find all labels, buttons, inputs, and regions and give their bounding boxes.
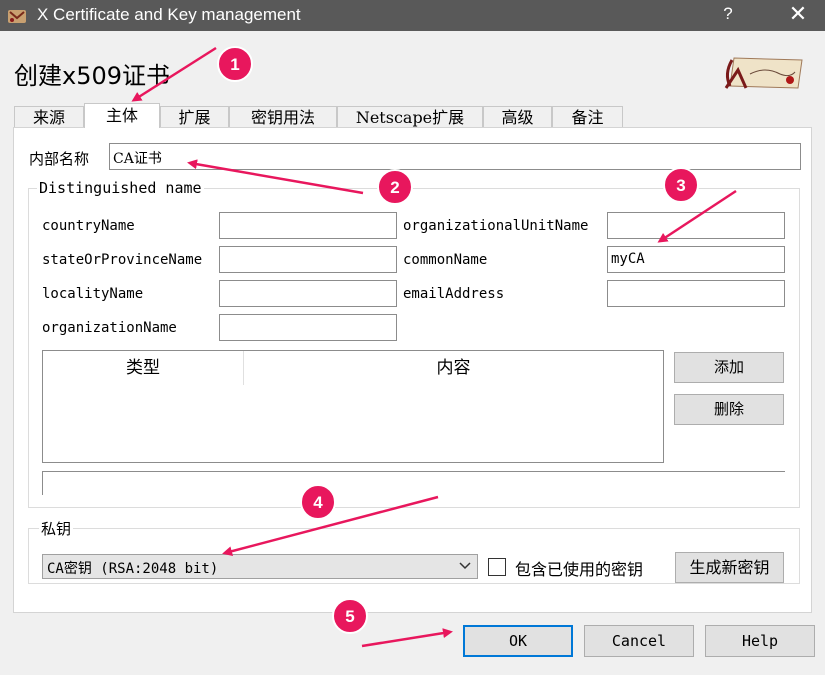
ok-button[interactable]: OK (463, 625, 573, 657)
close-icon[interactable]: ✕ (778, 1, 818, 29)
internal-name-input[interactable]: CA证书 (109, 143, 801, 170)
country-name-input[interactable] (219, 212, 397, 239)
add-button[interactable]: 添加 (674, 352, 784, 383)
subject-tab-panel: 内部名称 CA证书 Distinguished name countryName… (13, 127, 812, 613)
cancel-button[interactable]: Cancel (584, 625, 694, 657)
window-title: X Certificate and Key management (37, 5, 301, 24)
column-header-content[interactable]: 内容 (244, 351, 663, 385)
distinguished-name-title: Distinguished name (37, 179, 204, 197)
tab-netscape[interactable]: Netscape扩展 (337, 106, 483, 127)
internal-name-label: 内部名称 (29, 150, 90, 168)
chevron-down-icon (459, 562, 471, 570)
private-key-select-value: CA密钥 (RSA:2048 bit) (47, 561, 219, 577)
common-name-input[interactable]: myCA (607, 246, 785, 273)
help-button[interactable]: Help (705, 625, 815, 657)
column-header-type[interactable]: 类型 (43, 351, 244, 385)
email-input[interactable] (607, 280, 785, 307)
include-used-keys-label: 包含已使用的密钥 (515, 560, 644, 579)
state-label: stateOrProvinceName (42, 252, 203, 268)
dn-entries-table[interactable]: 类型 内容 (42, 350, 664, 463)
org-unit-input[interactable] (607, 212, 785, 239)
state-input[interactable] (219, 246, 397, 273)
tab-advanced[interactable]: 高级 (483, 106, 552, 127)
country-name-label: countryName (42, 218, 135, 234)
tab-subject[interactable]: 主体 (84, 103, 160, 128)
private-key-title: 私钥 (39, 518, 74, 539)
title-bar: X Certificate and Key management ? ✕ (0, 0, 825, 31)
locality-label: localityName (42, 286, 144, 302)
tab-comment[interactable]: 备注 (552, 106, 623, 127)
delete-button[interactable]: 删除 (674, 394, 784, 425)
certificate-logo-icon (724, 57, 803, 89)
generate-key-button[interactable]: 生成新密钥 (675, 552, 784, 583)
dialog-heading: 创建x509证书 (14, 62, 171, 90)
common-name-label: commonName (403, 252, 488, 268)
app-icon (8, 10, 26, 23)
annotation-badge-1: 1 (217, 46, 253, 82)
organization-input[interactable] (219, 314, 397, 341)
organization-label: organizationName (42, 320, 177, 336)
help-icon[interactable]: ? (716, 4, 740, 26)
dn-text-field[interactable] (42, 471, 785, 495)
include-used-keys-checkbox[interactable] (488, 558, 506, 576)
org-unit-label: organizationalUnitName (403, 218, 589, 234)
email-label: emailAddress (403, 286, 505, 302)
tab-source[interactable]: 来源 (14, 106, 84, 127)
svg-text:1: 1 (230, 55, 239, 74)
annotation-arrow-5 (361, 628, 453, 648)
locality-input[interactable] (219, 280, 397, 307)
tab-extensions[interactable]: 扩展 (160, 106, 229, 127)
private-key-select[interactable]: CA密钥 (RSA:2048 bit) (42, 554, 478, 579)
tab-key-usage[interactable]: 密钥用法 (229, 106, 337, 127)
